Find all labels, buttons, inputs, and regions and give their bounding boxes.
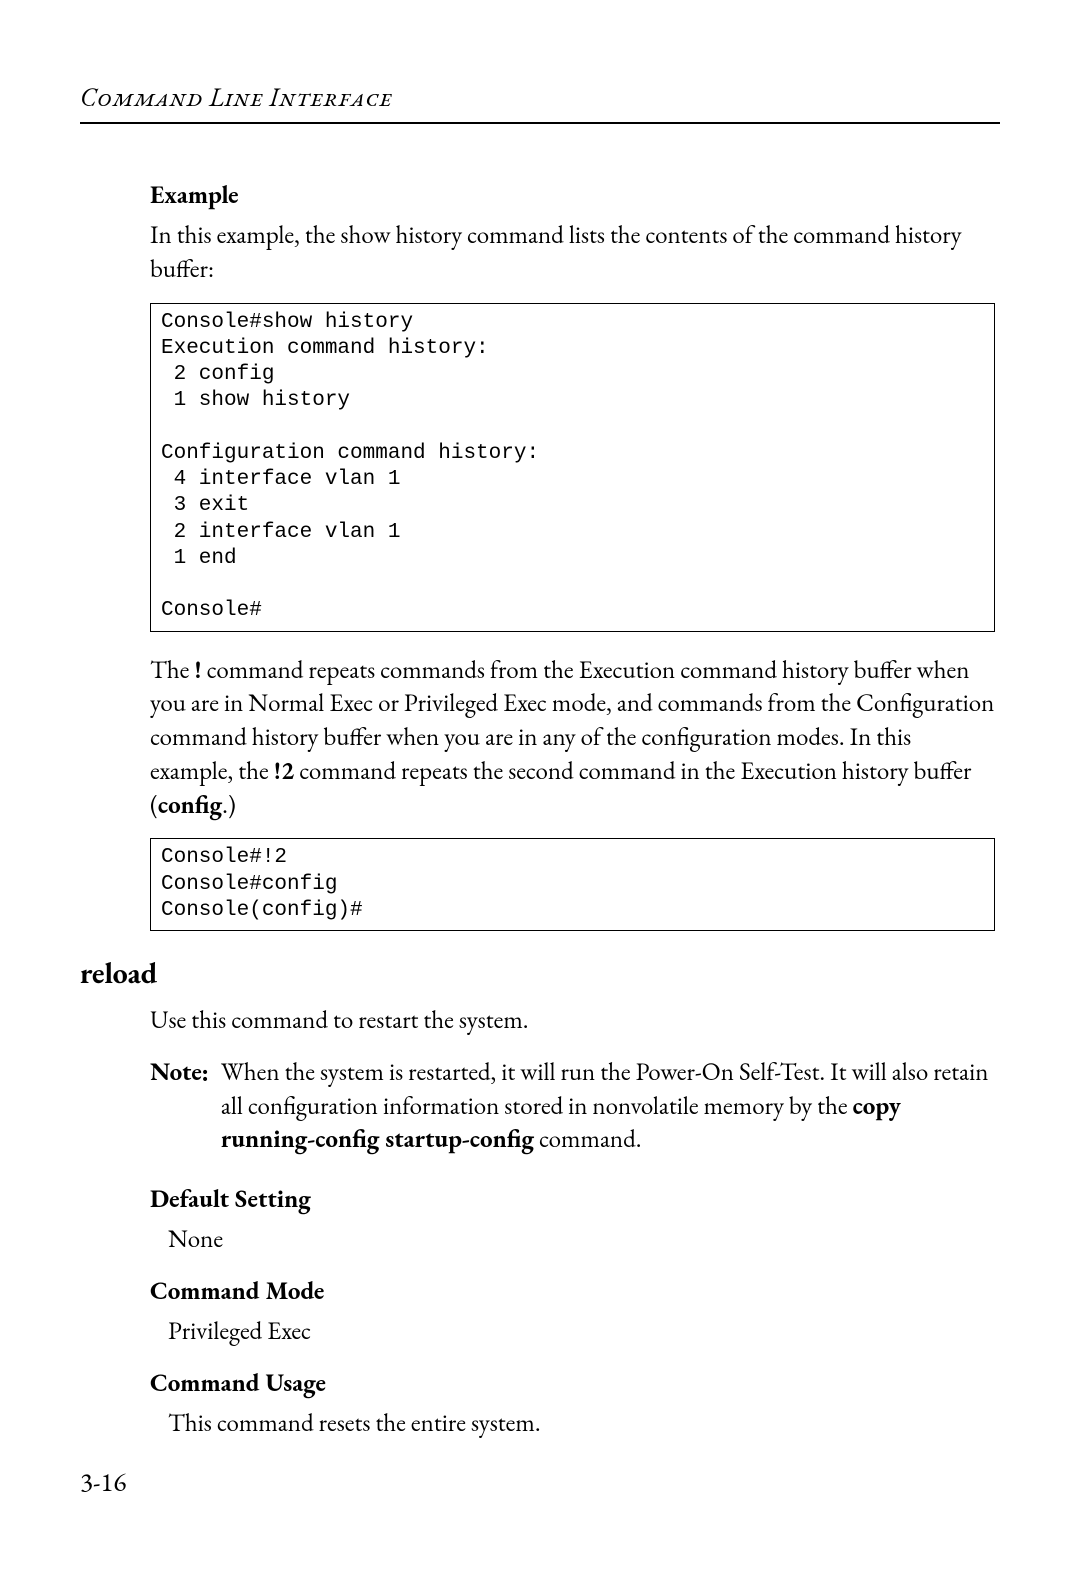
command-usage-heading: Command Usage xyxy=(150,1367,995,1399)
bang-post: .) xyxy=(222,789,236,821)
default-setting-value: None xyxy=(168,1223,995,1257)
bang-two: !2 xyxy=(274,755,294,787)
page-number: 3-16 xyxy=(80,1465,126,1500)
reload-heading: reload xyxy=(80,953,1000,992)
default-setting-heading: Default Setting xyxy=(150,1183,995,1215)
reload-intro: Use this command to restart the system. xyxy=(150,1004,995,1038)
bang-config: config xyxy=(158,789,222,821)
command-mode-value: Privileged Exec xyxy=(168,1315,995,1349)
page: Command Line Interface Example In this e… xyxy=(0,0,1080,1570)
bang-paragraph: The ! command repeats commands from the … xyxy=(150,654,995,823)
bang-code-block: Console#!2 Console#config Console(config… xyxy=(150,838,995,931)
header-rule xyxy=(80,122,1000,124)
example-heading: Example xyxy=(150,179,995,211)
example-intro: In this example, the show history comman… xyxy=(150,219,995,287)
bang-symbol: ! xyxy=(194,654,201,686)
reload-content: Use this command to restart the system. … xyxy=(150,1004,995,1440)
content-area: Example In this example, the show histor… xyxy=(150,179,995,931)
example-code-block: Console#show history Execution command h… xyxy=(150,303,995,632)
bang-pre: The xyxy=(150,654,194,686)
note-body: When the system is restarted, it will ru… xyxy=(221,1056,995,1157)
note-post: command. xyxy=(534,1123,642,1155)
command-usage-value: This command resets the entire system. xyxy=(168,1407,995,1441)
running-header: Command Line Interface xyxy=(80,80,1000,114)
note-label: Note: xyxy=(150,1056,221,1157)
command-mode-heading: Command Mode xyxy=(150,1275,995,1307)
reload-note: Note: When the system is restarted, it w… xyxy=(150,1056,995,1157)
